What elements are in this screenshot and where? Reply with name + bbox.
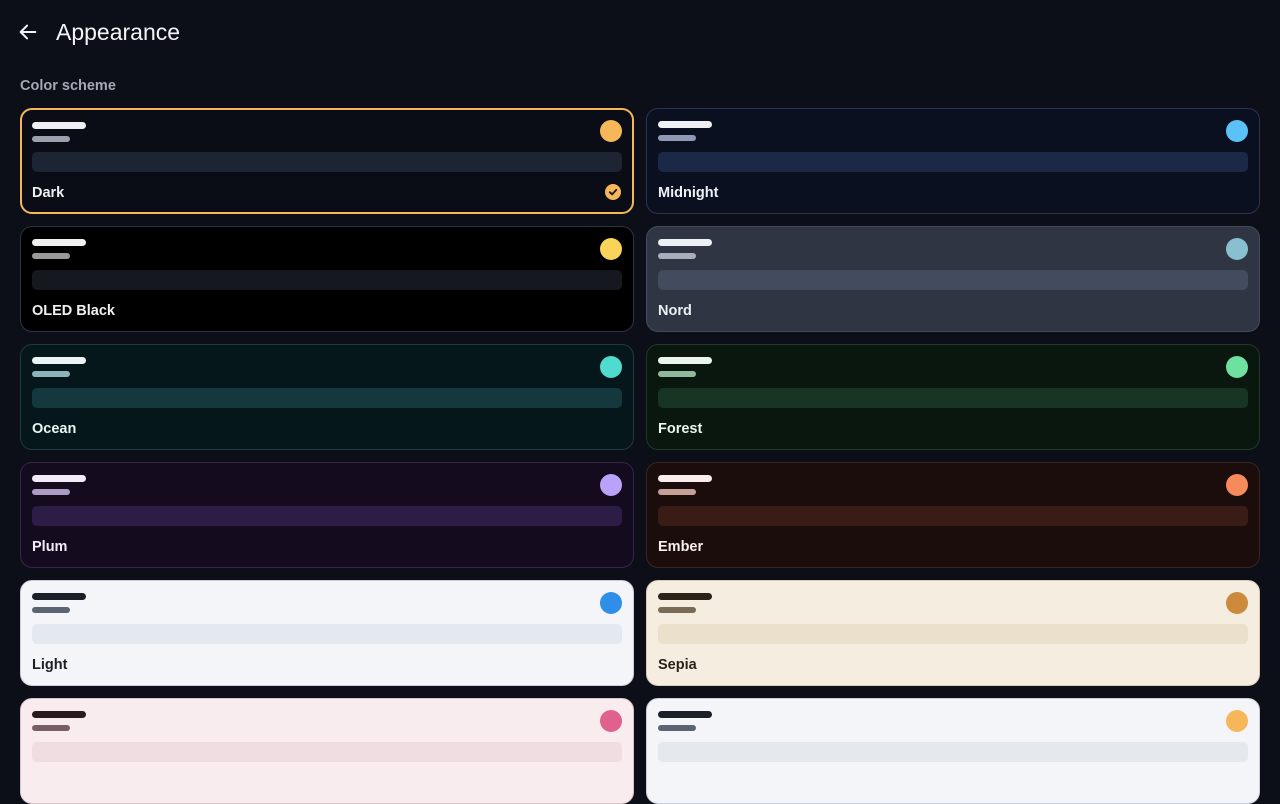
scheme-name: Sepia <box>658 657 697 673</box>
scheme-name: Ember <box>658 539 704 555</box>
preview-title-line <box>658 593 712 600</box>
preview-title-line <box>32 357 86 364</box>
accent-color-swatch <box>600 356 622 378</box>
preview-subtitle-line <box>658 489 696 495</box>
scheme-name: OLED Black <box>32 303 115 319</box>
preview-title-line <box>32 475 86 482</box>
selected-check-icon <box>605 184 621 200</box>
page-title: Appearance <box>56 19 181 45</box>
accent-color-swatch <box>600 474 622 496</box>
scheme-card-nord[interactable]: Nord <box>646 226 1260 332</box>
preview-surface-bar <box>658 270 1248 290</box>
scheme-card-sepia[interactable]: Sepia <box>646 580 1260 686</box>
scheme-name: Dark <box>32 185 65 201</box>
preview-surface-bar <box>32 742 622 762</box>
scheme-card-forest[interactable]: Forest <box>646 344 1260 450</box>
scheme-card-scheme-12[interactable] <box>646 698 1260 804</box>
preview-surface-bar <box>658 506 1248 526</box>
accent-color-swatch <box>1226 120 1248 142</box>
scheme-card-scheme-11[interactable] <box>20 698 634 804</box>
preview-surface-bar <box>658 388 1248 408</box>
preview-title-line <box>658 357 712 364</box>
accent-color-swatch <box>600 592 622 614</box>
preview-title-line <box>32 711 86 718</box>
accent-color-swatch <box>1226 356 1248 378</box>
preview-subtitle-line <box>658 607 696 613</box>
color-scheme-grid: Dark Midnight OLED Black Nord Ocean Forest Plu… <box>20 108 1260 804</box>
preview-surface-bar <box>32 152 622 172</box>
section-label-color-scheme: Color scheme <box>20 78 116 94</box>
scheme-card-ember[interactable]: Ember <box>646 462 1260 568</box>
preview-surface-bar <box>32 270 622 290</box>
accent-color-swatch <box>1226 592 1248 614</box>
scheme-card-plum[interactable]: Plum <box>20 462 634 568</box>
preview-surface-bar <box>32 624 622 644</box>
preview-surface-bar <box>658 742 1248 762</box>
accent-color-swatch <box>1226 474 1248 496</box>
accent-color-swatch <box>600 120 622 142</box>
preview-subtitle-line <box>32 371 70 377</box>
preview-title-line <box>658 239 712 246</box>
top-app-bar: Appearance <box>0 0 1280 64</box>
preview-subtitle-line <box>658 135 696 141</box>
preview-surface-bar <box>658 152 1248 172</box>
preview-subtitle-line <box>658 371 696 377</box>
scheme-card-midnight[interactable]: Midnight <box>646 108 1260 214</box>
preview-subtitle-line <box>32 489 70 495</box>
preview-surface-bar <box>658 624 1248 644</box>
scheme-card-light[interactable]: Light <box>20 580 634 686</box>
accent-color-swatch <box>1226 238 1248 260</box>
accent-color-swatch <box>600 710 622 732</box>
preview-subtitle-line <box>658 725 696 731</box>
preview-title-line <box>32 239 86 246</box>
accent-color-swatch <box>1226 710 1248 732</box>
preview-surface-bar <box>32 506 622 526</box>
preview-subtitle-line <box>32 253 70 259</box>
scheme-name: Forest <box>658 421 703 437</box>
preview-subtitle-line <box>32 607 70 613</box>
preview-title-line <box>32 122 86 129</box>
back-button[interactable] <box>14 18 42 46</box>
accent-color-swatch <box>600 238 622 260</box>
preview-title-line <box>658 121 712 128</box>
scheme-card-dark[interactable]: Dark <box>20 108 634 214</box>
scheme-name: Midnight <box>658 185 719 201</box>
preview-subtitle-line <box>658 253 696 259</box>
scheme-name: Nord <box>658 303 692 319</box>
arrow-left-icon <box>19 24 37 40</box>
scheme-name: Light <box>32 657 68 673</box>
preview-title-line <box>658 711 712 718</box>
preview-surface-bar <box>32 388 622 408</box>
scheme-name: Ocean <box>32 421 77 437</box>
preview-subtitle-line <box>32 725 70 731</box>
scheme-card-ocean[interactable]: Ocean <box>20 344 634 450</box>
preview-title-line <box>658 475 712 482</box>
scheme-card-oled-black[interactable]: OLED Black <box>20 226 634 332</box>
preview-subtitle-line <box>32 136 70 142</box>
preview-title-line <box>32 593 86 600</box>
scheme-name: Plum <box>32 539 68 555</box>
